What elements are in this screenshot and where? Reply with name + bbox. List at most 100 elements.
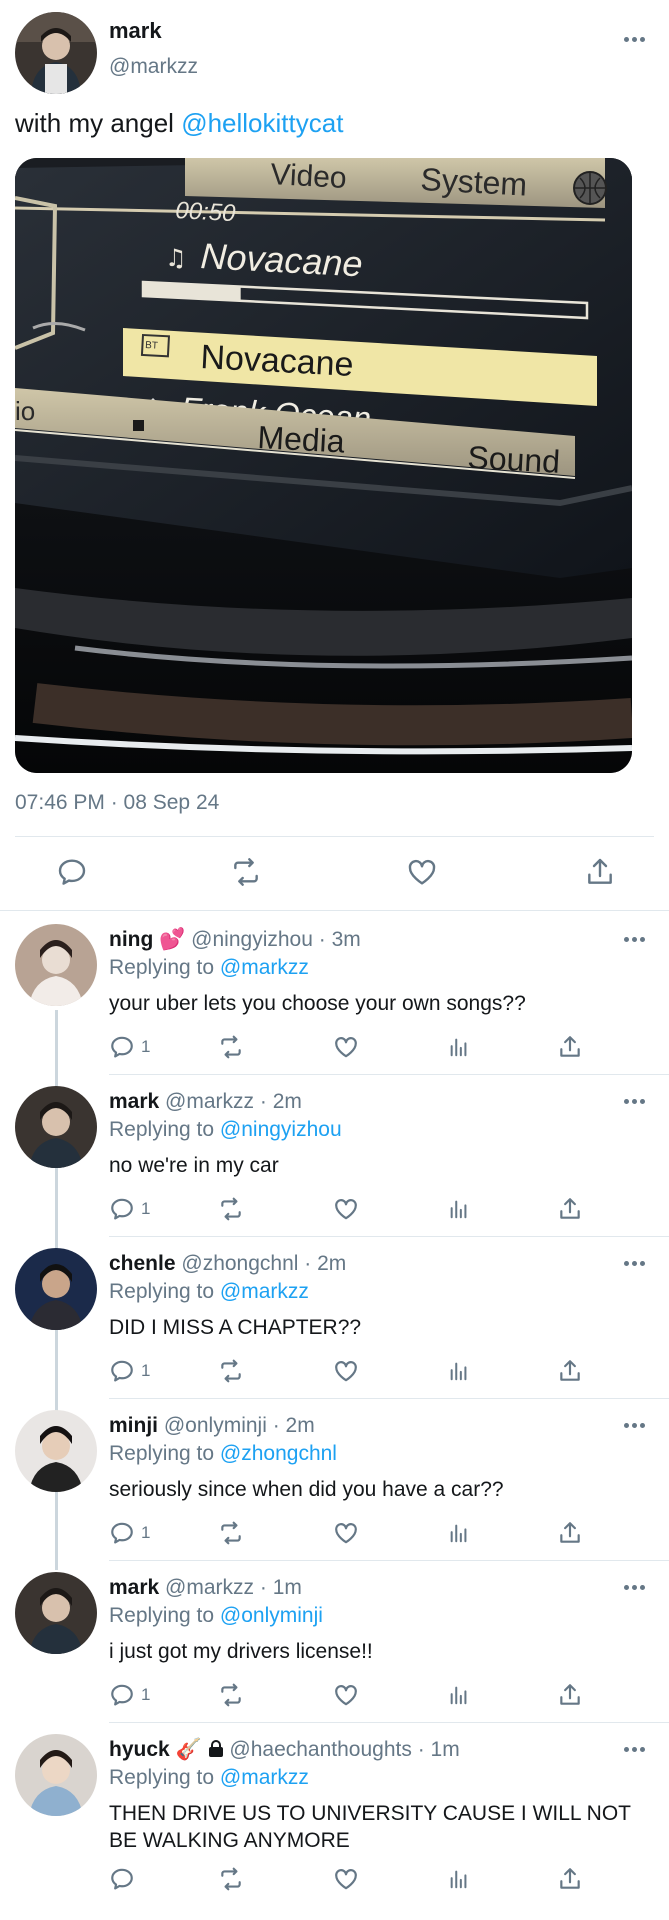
mention-link[interactable]: @markzz xyxy=(220,1280,309,1303)
reply-tweet[interactable]: hyuck 🎸 @haechanthoughts · 1m Replying t… xyxy=(0,1722,669,1920)
display-name[interactable]: minji xyxy=(109,1414,158,1437)
tweet-timestamp[interactable]: 07:46 PM · 08 Sep 24 xyxy=(15,791,219,815)
avatar[interactable] xyxy=(15,1410,97,1492)
more-icon[interactable] xyxy=(624,935,648,943)
reply-icon[interactable] xyxy=(109,1196,135,1222)
mention-link[interactable]: @markzz xyxy=(220,956,309,979)
reply-tweet[interactable]: ning 💕 @ningyizhou · 3m Replying to @mar… xyxy=(0,912,669,1074)
reply-tweet[interactable]: chenle @zhongchnl · 2m Replying to @mark… xyxy=(0,1236,669,1398)
reply-icon[interactable] xyxy=(109,1866,135,1892)
reply-header: hyuck 🎸 @haechanthoughts · 1m xyxy=(109,1738,460,1762)
divider xyxy=(15,836,654,837)
avatar[interactable] xyxy=(15,1086,97,1168)
mention-link[interactable]: @ningyizhou xyxy=(220,1118,342,1141)
retweet-icon[interactable] xyxy=(230,856,262,888)
avatar[interactable] xyxy=(15,1734,97,1816)
reply-actions: 1 xyxy=(109,1358,609,1386)
user-handle[interactable]: @ningyizhou xyxy=(191,928,313,951)
views-icon[interactable] xyxy=(448,1520,470,1546)
more-icon[interactable] xyxy=(624,1097,648,1105)
reply-tweet[interactable]: minji @onlyminji · 2m Replying to @zhong… xyxy=(0,1398,669,1560)
views-icon[interactable] xyxy=(448,1682,470,1708)
more-icon[interactable] xyxy=(624,1259,648,1267)
mention-link[interactable]: @markzz xyxy=(220,1766,309,1789)
display-name[interactable]: hyuck xyxy=(109,1738,170,1761)
user-handle[interactable]: @onlyminji xyxy=(164,1414,267,1437)
like-icon[interactable] xyxy=(333,1034,359,1060)
reply-count: 1 xyxy=(141,1037,151,1056)
display-name[interactable]: ning xyxy=(109,928,153,951)
more-icon[interactable] xyxy=(624,35,648,43)
car-display-photo: Video System 00:50 ♫ Novacane BT Novacan… xyxy=(15,158,632,773)
bt-label: BT xyxy=(145,340,158,352)
retweet-icon[interactable] xyxy=(218,1866,244,1892)
more-icon[interactable] xyxy=(624,1421,648,1429)
user-handle[interactable]: @zhongchnl xyxy=(181,1252,298,1275)
share-icon[interactable] xyxy=(557,1866,583,1892)
reply-header: chenle @zhongchnl · 2m xyxy=(109,1252,346,1276)
mention-link[interactable]: @onlyminji xyxy=(220,1604,323,1627)
retweet-icon[interactable] xyxy=(218,1520,244,1546)
share-icon[interactable] xyxy=(557,1358,583,1384)
retweet-icon[interactable] xyxy=(218,1034,244,1060)
avatar[interactable] xyxy=(15,1572,97,1654)
like-icon[interactable] xyxy=(333,1520,359,1546)
reply-text: your uber lets you choose your own songs… xyxy=(109,992,526,1015)
views-icon[interactable] xyxy=(448,1358,470,1384)
views-icon[interactable] xyxy=(448,1034,470,1060)
reply-actions: 1 xyxy=(109,1034,609,1062)
reply-tweet[interactable]: mark @markzz · 2m Replying to @ningyizho… xyxy=(0,1074,669,1236)
display-name[interactable]: mark xyxy=(109,1576,159,1599)
display-name[interactable]: mark xyxy=(109,1090,159,1113)
views-icon[interactable] xyxy=(448,1196,470,1222)
user-handle[interactable]: @markzz xyxy=(165,1576,254,1599)
share-icon[interactable] xyxy=(584,856,616,888)
share-icon[interactable] xyxy=(557,1196,583,1222)
reply-count: 1 xyxy=(141,1199,151,1218)
like-icon[interactable] xyxy=(333,1196,359,1222)
reply-count: 1 xyxy=(141,1685,151,1704)
user-handle[interactable]: @haechanthoughts xyxy=(229,1738,411,1761)
avatar[interactable] xyxy=(15,12,97,94)
media-time-label: 00:50 xyxy=(175,197,237,227)
tweet-photo[interactable]: Video System 00:50 ♫ Novacane BT Novacan… xyxy=(15,158,632,773)
views-icon[interactable] xyxy=(448,1866,470,1892)
reply-time[interactable]: 1m xyxy=(273,1576,302,1599)
reply-icon[interactable] xyxy=(109,1520,135,1546)
avatar[interactable] xyxy=(15,1248,97,1330)
retweet-icon[interactable] xyxy=(218,1358,244,1384)
mention-link[interactable]: @zhongchnl xyxy=(220,1442,337,1465)
reply-text: i just got my drivers license!! xyxy=(109,1640,373,1663)
like-icon[interactable] xyxy=(406,856,438,888)
left-edge-label: io xyxy=(15,396,35,426)
like-icon[interactable] xyxy=(333,1682,359,1708)
share-icon[interactable] xyxy=(557,1682,583,1708)
reply-header: mark @markzz · 2m xyxy=(109,1090,302,1114)
retweet-icon[interactable] xyxy=(218,1682,244,1708)
retweet-icon[interactable] xyxy=(218,1196,244,1222)
reply-icon[interactable] xyxy=(109,1034,135,1060)
share-icon[interactable] xyxy=(557,1520,583,1546)
display-name[interactable]: mark xyxy=(109,18,162,44)
reply-icon[interactable] xyxy=(56,856,88,888)
reply-time[interactable]: 2m xyxy=(273,1090,302,1113)
more-icon[interactable] xyxy=(624,1583,648,1591)
reply-time[interactable]: 2m xyxy=(286,1414,315,1437)
separator: · xyxy=(312,928,332,951)
display-name[interactable]: chenle xyxy=(109,1252,176,1275)
more-icon[interactable] xyxy=(624,1745,648,1753)
like-icon[interactable] xyxy=(333,1358,359,1384)
reply-time[interactable]: 2m xyxy=(317,1252,346,1275)
reply-tweet[interactable]: mark @markzz · 1m Replying to @onlyminji… xyxy=(0,1560,669,1722)
reply-time[interactable]: 1m xyxy=(431,1738,460,1761)
replying-label: Replying to xyxy=(109,1280,220,1303)
mention-link[interactable]: @hellokittycat xyxy=(181,108,343,138)
reply-time[interactable]: 3m xyxy=(332,928,361,951)
reply-icon[interactable] xyxy=(109,1682,135,1708)
share-icon[interactable] xyxy=(557,1034,583,1060)
user-handle[interactable]: @markzz xyxy=(109,55,198,79)
avatar[interactable] xyxy=(15,924,97,1006)
reply-icon[interactable] xyxy=(109,1358,135,1384)
like-icon[interactable] xyxy=(333,1866,359,1892)
user-handle[interactable]: @markzz xyxy=(165,1090,254,1113)
